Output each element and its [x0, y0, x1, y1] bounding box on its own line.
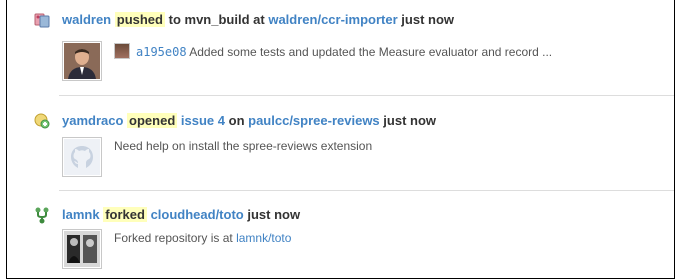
at-text: at [253, 12, 265, 27]
event-title: lamnk forked cloudhead/toto just now [62, 207, 300, 222]
on-text: on [228, 113, 245, 128]
event-title: waldren pushed to mvn_build at waldren/c… [62, 12, 454, 27]
event-verb: pushed [114, 12, 165, 27]
repo-link[interactable]: cloudhead/toto [151, 207, 244, 222]
avatar-photo [64, 231, 100, 267]
avatar[interactable] [62, 137, 102, 177]
issue-link[interactable]: issue 4 [181, 113, 225, 128]
commit-sha-link[interactable]: a195e08 [136, 45, 187, 59]
issue-opened-icon [34, 113, 50, 129]
fork-icon [35, 207, 49, 224]
actor-link[interactable]: waldren [62, 12, 111, 27]
fork-description: Forked repository is at [114, 231, 233, 245]
commit-message: Added some tests and updated the Measure… [189, 45, 553, 59]
branch-name: mvn_build [184, 12, 250, 27]
actor-link[interactable]: lamnk [62, 207, 100, 222]
repo-link[interactable]: paulcc/spree-reviews [248, 113, 380, 128]
event-verb: forked [103, 207, 147, 222]
avatar[interactable] [62, 229, 102, 269]
timestamp: just now [247, 207, 301, 222]
issue-detail: Need help on install the spree-reviews e… [114, 139, 373, 153]
event-verb: opened [127, 113, 178, 128]
divider [59, 190, 674, 191]
actor-link[interactable]: yamdraco [62, 113, 123, 128]
fork-detail: Forked repository is at lamnk/toto [114, 231, 291, 245]
repo-link[interactable]: waldren/ccr-importer [268, 12, 397, 27]
push-icon [34, 13, 50, 28]
event-title: yamdraco opened issue 4 on paulcc/spree-… [62, 113, 436, 128]
connector-text: to [168, 12, 181, 27]
commit-author-avatar[interactable] [114, 43, 130, 59]
divider [59, 95, 674, 96]
octocat-avatar-icon [64, 139, 100, 175]
avatar-photo [64, 43, 100, 79]
fork-link[interactable]: lamnk/toto [236, 231, 291, 245]
timestamp: just now [401, 12, 455, 27]
timestamp: just now [383, 113, 437, 128]
news-feed: waldren pushed to mvn_build at waldren/c… [6, 0, 675, 279]
commit-detail: a195e08 Added some tests and updated the… [114, 43, 552, 59]
avatar[interactable] [62, 41, 102, 81]
